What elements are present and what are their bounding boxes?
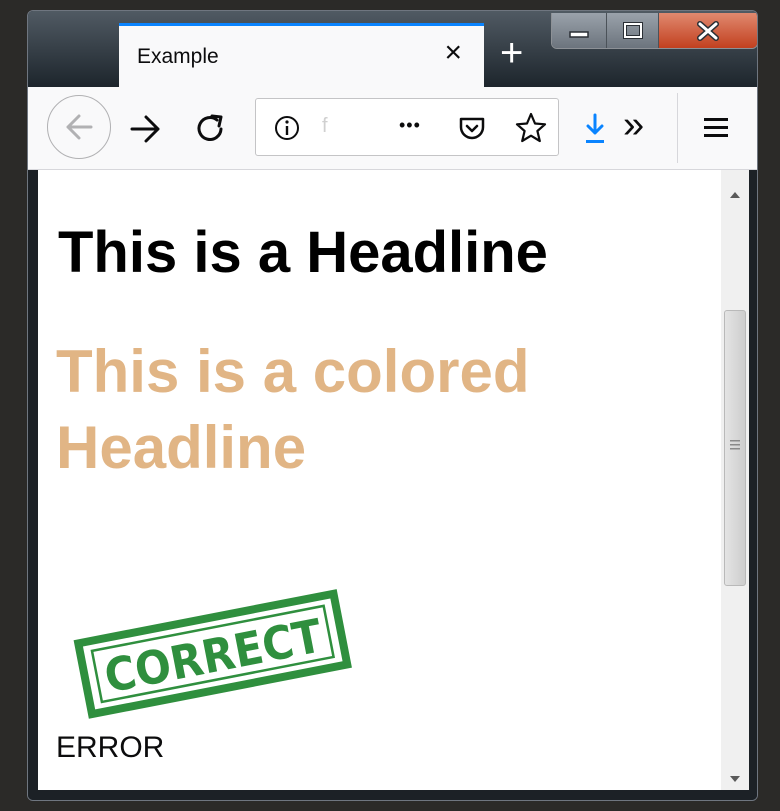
- browser-window: Example × + f ••• » This is a Headline T…: [27, 10, 758, 801]
- reload-icon[interactable]: [191, 109, 231, 149]
- overflow-icon[interactable]: »: [623, 103, 644, 147]
- maximize-button[interactable]: [607, 13, 659, 48]
- page-content: This is a Headline This is a colored Hea…: [38, 170, 721, 792]
- grip-icon: [730, 440, 740, 450]
- back-arrow-icon: [66, 114, 93, 140]
- error-text: ERROR: [56, 731, 165, 764]
- back-button[interactable]: [47, 95, 111, 159]
- url-bar[interactable]: f •••: [255, 98, 559, 156]
- page-actions-icon[interactable]: •••: [399, 115, 421, 136]
- correct-stamp-image: CORRECT: [72, 580, 352, 725]
- tab-close-icon[interactable]: ×: [444, 38, 462, 68]
- scroll-down-icon[interactable]: [729, 774, 741, 784]
- maximize-icon: [622, 21, 643, 39]
- scrollbar-thumb[interactable]: [724, 310, 746, 586]
- menu-icon[interactable]: [702, 114, 730, 142]
- vertical-scrollbar[interactable]: [721, 170, 749, 792]
- window-bottom-edge: [28, 790, 757, 800]
- download-icon[interactable]: [584, 111, 610, 147]
- minimize-icon: [569, 30, 589, 38]
- tab-title: Example: [137, 45, 219, 68]
- url-text: f: [322, 115, 328, 137]
- scroll-up-icon[interactable]: [729, 190, 741, 200]
- window-controls: [551, 13, 757, 49]
- headline: This is a Headline: [58, 220, 548, 285]
- nav-toolbar: f ••• »: [28, 87, 757, 170]
- toolbar-separator: [677, 93, 678, 163]
- new-tab-button[interactable]: +: [500, 33, 523, 73]
- close-window-icon: [697, 20, 719, 41]
- colored-headline: This is a colored Headline: [56, 338, 530, 481]
- title-bar: Example × +: [28, 11, 757, 87]
- minimize-button[interactable]: [552, 13, 607, 48]
- forward-arrow-icon[interactable]: [126, 109, 166, 149]
- info-icon[interactable]: [273, 114, 301, 142]
- pocket-icon[interactable]: [456, 112, 488, 144]
- close-window-button[interactable]: [659, 13, 757, 48]
- bookmark-star-icon[interactable]: [514, 111, 548, 145]
- tab-example[interactable]: Example ×: [119, 23, 484, 87]
